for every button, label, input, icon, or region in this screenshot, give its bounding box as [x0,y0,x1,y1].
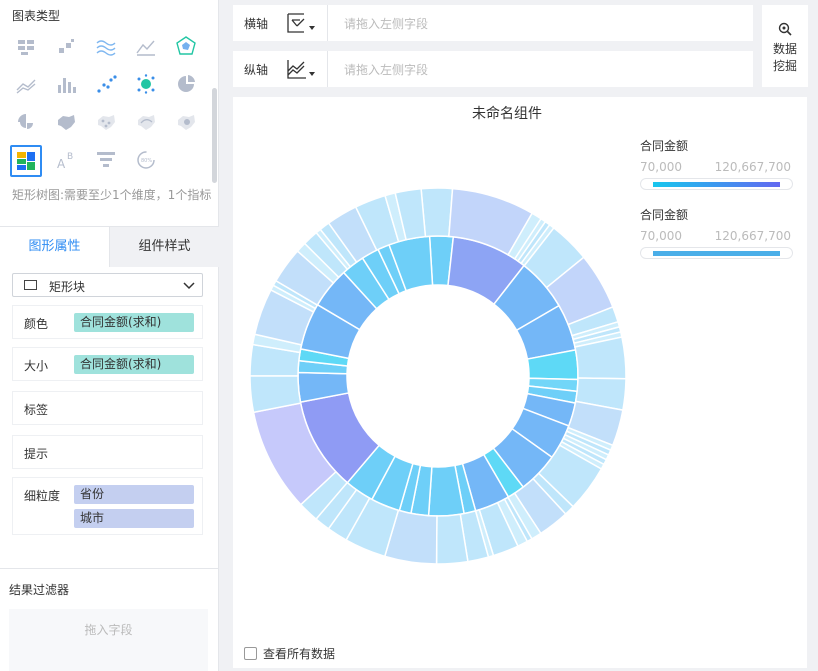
magnifier-icon [778,22,792,36]
legend-min-handle[interactable] [643,180,651,188]
scrollbar[interactable] [212,88,217,183]
data-mining-label-1: 数据 [772,42,797,56]
pie-chart-icon[interactable] [166,65,206,103]
legend-max-handle[interactable] [782,249,790,257]
chevron-down-icon [183,282,195,290]
area-line-icon[interactable] [126,27,166,65]
granularity-field-province[interactable]: 省份 [74,485,194,504]
chart-types-title: 图表类型 [12,9,61,23]
data-mining-button[interactable]: 数据 挖掘 [762,5,808,87]
tooltip-property[interactable]: 提示 [12,435,203,469]
divider [327,51,328,87]
color-legend: 合同金额 70,000 120,667,700 [640,137,793,190]
chart-type-hint: 矩形树图:需要至少1个维度，1个指标 [12,188,212,202]
point-map-icon[interactable] [86,103,126,141]
color-label: 颜色 [24,317,49,331]
treemap-icon[interactable] [10,145,42,177]
filter-drop-zone[interactable]: 拖入字段 [9,609,208,671]
region-map-icon[interactable] [46,103,86,141]
svg-text:B: B [67,152,73,162]
outer-ring-segment[interactable] [420,187,454,238]
show-all-checkbox[interactable] [244,647,257,660]
y-axis-type-icon[interactable] [285,57,319,81]
left-panel: 图表类型 A B 80% 矩形树图:需要至少1个维度，1个指标 图形属性 组件样式 … [0,0,219,671]
rose-chart-icon[interactable] [6,103,46,141]
multi-line-icon[interactable] [6,65,46,103]
size-property[interactable]: 大小 合同金额(求和) [12,347,203,381]
wave-line-icon[interactable] [86,27,126,65]
legend-min-handle[interactable] [643,249,651,257]
svg-text:80%: 80% [141,158,152,164]
chart-type-grid: A B 80% [6,28,206,180]
legend-max: 120,667,700 [714,160,791,174]
bar-chart-icon[interactable] [46,65,86,103]
legend-slider[interactable] [640,178,793,190]
radar-icon[interactable] [166,27,206,65]
label-label: 标签 [24,403,49,417]
word-cloud-icon[interactable]: AB [46,141,86,179]
gauge-icon[interactable]: 80% [126,141,166,179]
legend-slider[interactable] [640,247,793,259]
x-axis-label: 横轴 [244,17,269,31]
show-all-label: 查看所有数据 [263,647,336,661]
rectangle-icon [24,280,37,290]
svg-text:A: A [57,157,66,171]
tooltip-label: 提示 [24,447,49,461]
x-axis-drop-field[interactable]: 请拖入左侧字段 [344,15,428,32]
bubble-icon[interactable] [126,65,166,103]
shape-select-value: 矩形块 [49,280,86,294]
chart-title: 未命名组件 [472,106,542,122]
y-axis-bar: 纵轴 请拖入左侧字段 [233,51,753,87]
granularity-label: 细粒度 [24,489,61,503]
color-field-pill[interactable]: 合同金额(求和) [74,313,194,332]
y-axis-label: 纵轴 [244,63,269,77]
legend-bar [653,251,780,256]
scatter-icon[interactable] [86,65,126,103]
size-legend: 合同金额 70,000 120,667,700 [640,206,793,259]
filter-drop-placeholder: 拖入字段 [84,623,133,637]
legend-title: 合同金额 [640,139,689,153]
result-filter-title: 结果过滤器 [9,583,70,597]
funnel-icon[interactable] [86,141,126,179]
tab-graphic-properties[interactable]: 图形属性 [0,227,109,267]
size-field-pill[interactable]: 合同金额(求和) [74,355,194,374]
granularity-property[interactable]: 细粒度 省份 城市 [12,477,203,535]
data-mining-label-2: 挖掘 [772,59,797,73]
legend-min: 70,000 [640,229,682,243]
label-property[interactable]: 标签 [12,391,203,425]
y-axis-drop-field[interactable]: 请拖入左侧字段 [344,61,428,78]
property-tabs: 图形属性 组件样式 [0,226,219,267]
legend-gradient [653,182,780,187]
granularity-field-city[interactable]: 城市 [74,509,194,528]
heat-map-icon[interactable] [166,103,206,141]
legend-min: 70,000 [640,160,682,174]
show-all-data[interactable]: 查看所有数据 [244,645,335,662]
result-filter-section: 结果过滤器 拖入字段 [0,568,219,671]
legend-max: 120,667,700 [714,229,791,243]
tab-component-style[interactable]: 组件样式 [109,227,219,267]
divider [327,5,328,41]
cross-table-icon[interactable] [6,27,46,65]
flow-map-icon[interactable] [126,103,166,141]
size-label: 大小 [24,359,49,373]
grouped-table-icon[interactable] [46,27,86,65]
legend-title: 合同金额 [640,208,689,222]
color-property[interactable]: 颜色 合同金额(求和) [12,305,203,339]
x-axis-type-icon[interactable] [285,11,319,35]
x-axis-bar: 横轴 请拖入左侧字段 [233,5,753,41]
legend-max-handle[interactable] [782,180,790,188]
chart-canvas: 未命名组件 合同金额 70,000 120,667,700 合同金额 70,00… [233,97,807,668]
shape-select[interactable]: 矩形块 [12,273,203,297]
